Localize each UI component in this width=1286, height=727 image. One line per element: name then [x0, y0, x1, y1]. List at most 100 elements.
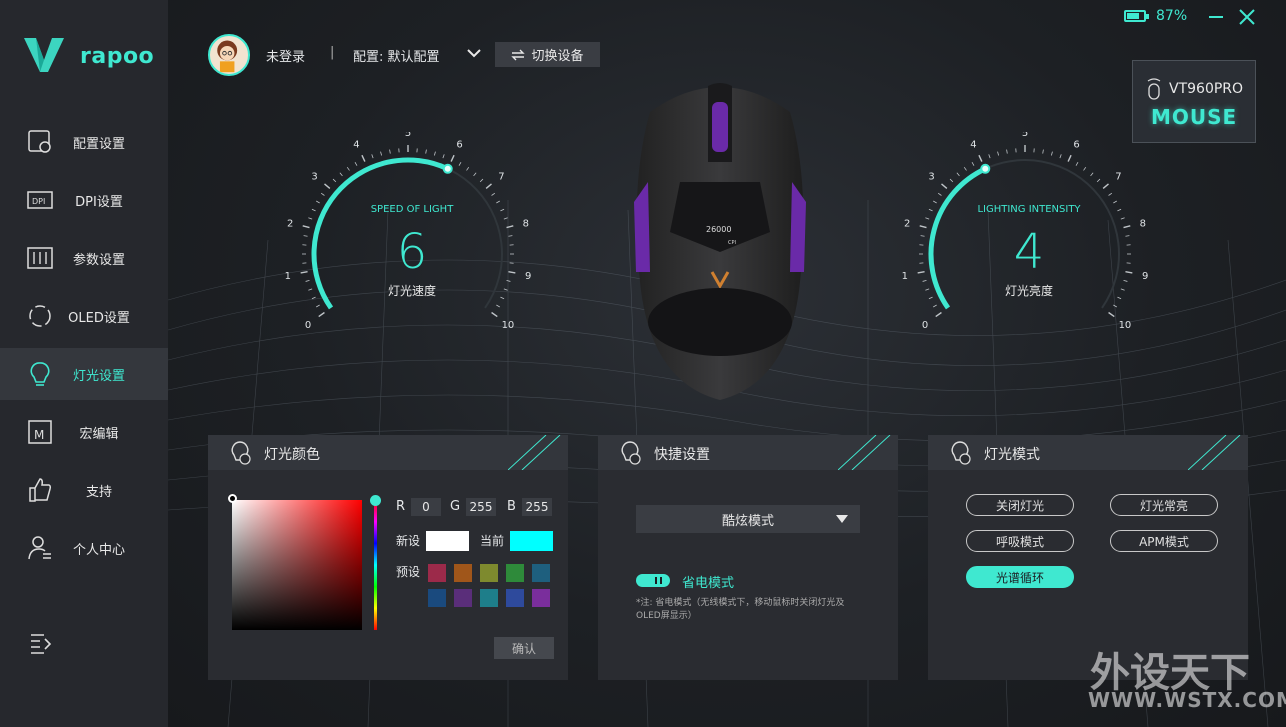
gauge-tick-label: 0 — [305, 320, 311, 331]
switch-device-button[interactable]: 切换设备 — [495, 42, 600, 67]
hue-slider-handle[interactable] — [370, 495, 381, 506]
panel-title: 灯光颜色 — [264, 447, 320, 463]
r-label: R — [396, 499, 406, 514]
gauge-tick — [496, 200, 500, 204]
effect-mode-select[interactable]: 酷炫模式 — [636, 505, 860, 533]
collapse-menu-icon[interactable] — [28, 630, 54, 656]
gauge-tick — [442, 154, 445, 159]
profile-label: 配置: 默认配置 — [353, 50, 440, 65]
mode-spectrum-button[interactable]: 光谱循环 — [966, 566, 1074, 588]
battery-fill — [1127, 13, 1140, 19]
confirm-button[interactable]: 确认 — [494, 637, 554, 659]
gauge-tick-label: 3 — [311, 172, 317, 183]
gauge-tick-label: 5 — [1022, 132, 1028, 139]
minimize-icon[interactable] — [1204, 6, 1228, 28]
gauge-tick — [935, 311, 942, 318]
gauge-handle[interactable] — [442, 163, 453, 174]
speed-gauge[interactable]: 0 1 2 3 4 5 6 7 8 9 10 SPEED OF LIGHT 6 灯光速度 — [282, 128, 542, 332]
preset-swatch[interactable] — [480, 589, 498, 607]
rapoo-v-logo-icon — [24, 38, 64, 72]
panel-header: 快捷设置 — [598, 435, 898, 470]
sidebar-item-5[interactable]: M 宏编辑 — [0, 406, 168, 458]
gauge-tick — [1113, 200, 1117, 204]
power-save-note: *注: 省电模式（无线模式下，移动鼠标时关闭灯光及OLED屏显示） — [636, 598, 845, 621]
gauge-tick — [933, 200, 937, 204]
preset-swatch[interactable] — [454, 589, 472, 607]
gauge-tick — [491, 192, 496, 196]
intensity-gauge[interactable]: 0 1 2 3 4 5 6 7 8 9 10 LIGHTING INTENSITY 4 灯光亮度 — [899, 128, 1159, 332]
mode-off-button[interactable]: 关闭灯光 — [966, 494, 1074, 516]
sidebar-item-7[interactable]: 个人中心 — [0, 522, 168, 574]
gauge-tick — [316, 200, 320, 204]
speed-gauge-title: SPEED OF LIGHT — [370, 204, 454, 215]
preset-swatch[interactable] — [428, 589, 446, 607]
close-icon[interactable] — [1235, 6, 1259, 28]
mouse-dpi-readout: 26000 — [706, 225, 731, 234]
gauge-tick — [318, 311, 325, 318]
gauge-tick — [316, 304, 320, 308]
current-color-label: 当前 — [480, 534, 505, 548]
color-picker-handle[interactable] — [228, 494, 237, 503]
g-input[interactable] — [466, 498, 496, 516]
b-input[interactable] — [522, 498, 552, 516]
mode-breathing-button[interactable]: 呼吸模式 — [966, 530, 1074, 552]
gauge-tick — [496, 304, 500, 308]
sidebar-item-3[interactable]: OLED设置 — [0, 290, 168, 342]
preset-swatch[interactable] — [454, 564, 472, 582]
mouse-image: 26000 CPI — [634, 83, 806, 400]
preset-swatch[interactable] — [532, 589, 550, 607]
gauge-tick — [458, 162, 462, 166]
preset-swatch[interactable] — [480, 564, 498, 582]
mode-apm-button[interactable]: APM模式 — [1110, 530, 1218, 552]
avatar[interactable] — [208, 34, 250, 76]
preset-swatch[interactable] — [532, 564, 550, 582]
hue-slider[interactable] — [374, 500, 377, 630]
current-color-swatch — [510, 531, 553, 551]
mode-steady-button[interactable]: 灯光常亮 — [1110, 494, 1218, 516]
gauge-tick — [485, 183, 492, 189]
gauge-tick — [978, 154, 983, 162]
sidebar-item-label: OLED设置 — [68, 310, 130, 326]
device-type: MOUSE — [1151, 105, 1238, 129]
gauge-tick — [503, 217, 508, 220]
gauge-tick — [380, 151, 382, 156]
power-save-toggle[interactable] — [636, 574, 670, 587]
gauge-tick-label: 6 — [1073, 139, 1079, 150]
preset-swatch[interactable] — [428, 564, 446, 582]
preset-swatch[interactable] — [506, 564, 524, 582]
gauge-tick — [324, 183, 331, 189]
device-card: VT960PRO MOUSE — [1132, 60, 1256, 143]
header-accent-stripe — [508, 435, 561, 470]
user-name[interactable]: 未登录 — [266, 46, 305, 65]
gauge-tick — [1102, 183, 1109, 189]
sidebar-item-label: 个人中心 — [72, 542, 125, 558]
gauge-tick — [941, 183, 948, 189]
sidebar-item-6[interactable]: 支持 — [0, 464, 168, 516]
gauge-tick — [997, 151, 999, 156]
gauge-tick — [425, 149, 427, 154]
light-color-panel: 灯光颜色 R G B 新设 当前 预设 确认 — [208, 435, 568, 680]
intensity-gauge-value: 4 — [1013, 224, 1045, 280]
gauge-tick — [1090, 172, 1094, 177]
gauge-tick — [308, 217, 313, 220]
gauge-tick — [339, 172, 343, 177]
color-saturation-picker[interactable] — [232, 500, 362, 630]
chevron-down-icon[interactable] — [466, 46, 482, 60]
sidebar-item-0[interactable]: 配置设置 — [0, 116, 168, 168]
sidebar-item-1[interactable]: DPI DPI设置 — [0, 174, 168, 226]
gauge-handle[interactable] — [980, 163, 991, 174]
sidebar-item-4[interactable]: 灯光设置 — [0, 348, 168, 400]
gauge-tick — [988, 154, 991, 159]
gauge-tick-label: 6 — [456, 139, 462, 150]
sidebar-item-label: 参数设置 — [72, 252, 125, 268]
gauge-tick — [937, 192, 942, 196]
b-label: B — [507, 499, 516, 514]
sidebar-item-2[interactable]: 参数设置 — [0, 232, 168, 284]
logo-text: rapoo — [80, 44, 155, 69]
gauge-tick — [933, 304, 937, 308]
gauge-tick-label: 10 — [502, 320, 515, 331]
power-save-label: 省电模式 — [682, 576, 735, 591]
r-input[interactable] — [411, 498, 441, 516]
header-separator: | — [330, 45, 335, 60]
preset-swatch[interactable] — [506, 589, 524, 607]
